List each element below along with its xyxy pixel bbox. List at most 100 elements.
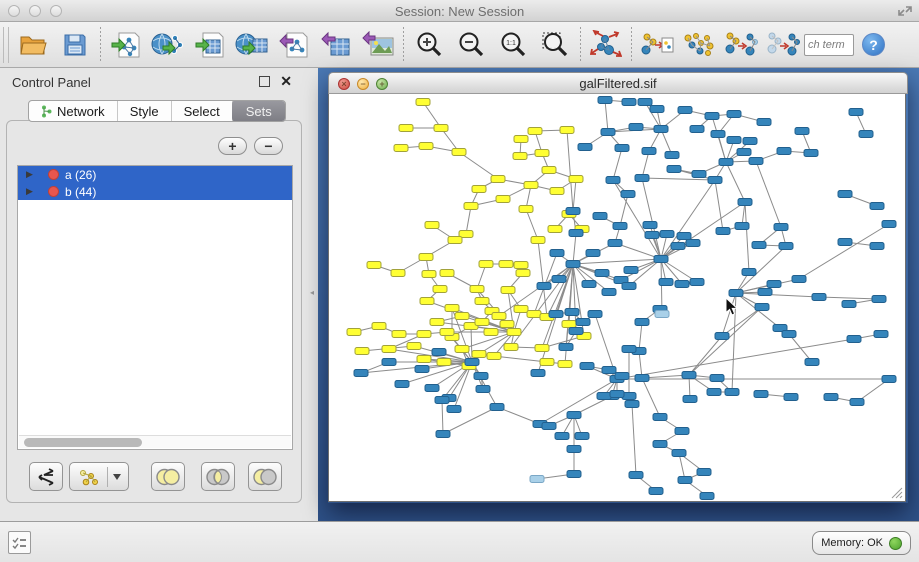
network-node[interactable] (804, 150, 818, 157)
network-node[interactable] (671, 243, 685, 250)
network-node[interactable] (447, 406, 461, 413)
network-node[interactable] (487, 353, 501, 360)
network-node[interactable] (500, 321, 514, 328)
network-node[interactable] (575, 433, 589, 440)
network-node[interactable] (683, 396, 697, 403)
network-node[interactable] (464, 203, 478, 210)
set-row-b[interactable]: ▶ b (44) (18, 183, 292, 200)
network-node[interactable] (569, 328, 583, 335)
import-table-from-file-button[interactable] (189, 25, 231, 65)
network-node[interactable] (779, 243, 793, 250)
network-node[interactable] (757, 119, 771, 126)
network-node[interactable] (479, 261, 493, 268)
network-node[interactable] (655, 311, 669, 318)
tab-sets[interactable]: Sets (232, 100, 286, 122)
zoom-out-button[interactable] (450, 25, 492, 65)
network-node[interactable] (874, 331, 888, 338)
network-node[interactable] (501, 287, 515, 294)
network-node[interactable] (859, 131, 873, 138)
network-node[interactable] (578, 144, 592, 151)
network-node[interactable] (419, 143, 433, 150)
network-node[interactable] (394, 145, 408, 152)
network-node[interactable] (650, 106, 664, 113)
network-node[interactable] (805, 359, 819, 366)
network-node[interactable] (654, 126, 668, 133)
network-canvas[interactable] (328, 94, 906, 502)
split-set-button[interactable] (29, 462, 63, 491)
network-node[interactable] (552, 276, 566, 283)
network-node[interactable] (660, 231, 674, 238)
network-node[interactable] (665, 152, 679, 159)
difference-sets-button[interactable] (248, 462, 282, 491)
network-node[interactable] (795, 128, 809, 135)
network-node[interactable] (440, 329, 454, 336)
zoom-fit-button[interactable]: 1:1 (492, 25, 534, 65)
network-node[interactable] (562, 321, 576, 328)
network-node[interactable] (602, 367, 616, 374)
network-node[interactable] (513, 153, 527, 160)
network-node[interactable] (432, 349, 446, 356)
network-node[interactable] (715, 333, 729, 340)
network-node[interactable] (777, 148, 791, 155)
network-node[interactable] (690, 279, 704, 286)
network-node[interactable] (392, 331, 406, 338)
network-node[interactable] (705, 113, 719, 120)
network-node[interactable] (667, 166, 681, 173)
expand-arrow-icon[interactable]: ▶ (26, 186, 36, 197)
network-node[interactable] (678, 477, 692, 484)
memory-status-button[interactable]: Memory: OK (812, 531, 911, 555)
network-node[interactable] (417, 356, 431, 363)
network-node[interactable] (735, 223, 749, 230)
export-image-button[interactable] (357, 25, 399, 65)
network-node[interactable] (582, 281, 596, 288)
open-session-button[interactable] (12, 25, 54, 65)
network-node[interactable] (758, 289, 772, 296)
resize-grip-icon[interactable] (890, 486, 903, 499)
network-node[interactable] (559, 344, 573, 351)
network-node[interactable] (686, 240, 700, 247)
network-node[interactable] (621, 191, 635, 198)
network-node[interactable] (519, 206, 533, 213)
network-node[interactable] (516, 270, 530, 277)
network-node[interactable] (542, 167, 556, 174)
set-row-a[interactable]: ▶ a (26) (18, 166, 292, 183)
horizontal-scrollbar[interactable] (19, 435, 291, 448)
network-node[interactable] (491, 176, 505, 183)
intersect-sets-button[interactable] (201, 462, 235, 491)
network-node[interactable] (550, 250, 564, 257)
network-node[interactable] (838, 191, 852, 198)
network-node[interactable] (692, 171, 706, 178)
network-node[interactable] (558, 361, 572, 368)
export-network-button[interactable] (273, 25, 315, 65)
network-node[interactable] (475, 319, 489, 326)
network-node[interactable] (784, 394, 798, 401)
network-node[interactable] (528, 128, 542, 135)
network-node[interactable] (767, 281, 781, 288)
network-node[interactable] (472, 351, 486, 358)
network-node[interactable] (824, 394, 838, 401)
close-panel-icon[interactable]: ✕ (280, 73, 292, 90)
network-node[interactable] (433, 286, 447, 293)
import-table-from-web-button[interactable] (231, 25, 273, 65)
remove-set-button[interactable]: − (254, 137, 283, 155)
network-node[interactable] (437, 359, 451, 366)
network-node[interactable] (448, 237, 462, 244)
network-node[interactable] (675, 281, 689, 288)
network-node[interactable] (678, 107, 692, 114)
select-from-file-button[interactable] (678, 25, 720, 65)
network-window-titlebar[interactable]: × − + galFiltered.sif (328, 72, 908, 94)
network-node[interactable] (416, 99, 430, 106)
network-node[interactable] (615, 373, 629, 380)
network-node[interactable] (569, 230, 583, 237)
network-window[interactable]: × − + galFiltered.sif (328, 72, 908, 503)
network-node[interactable] (576, 319, 590, 326)
union-sets-button[interactable] (151, 462, 185, 491)
network-node[interactable] (601, 129, 615, 136)
fullscreen-icon[interactable] (897, 4, 913, 18)
tab-select[interactable]: Select (172, 101, 233, 121)
export-table-button[interactable] (315, 25, 357, 65)
import-network-from-web-button[interactable] (147, 25, 189, 65)
network-node[interactable] (792, 276, 806, 283)
network-node[interactable] (749, 158, 763, 165)
network-node[interactable] (659, 279, 673, 286)
